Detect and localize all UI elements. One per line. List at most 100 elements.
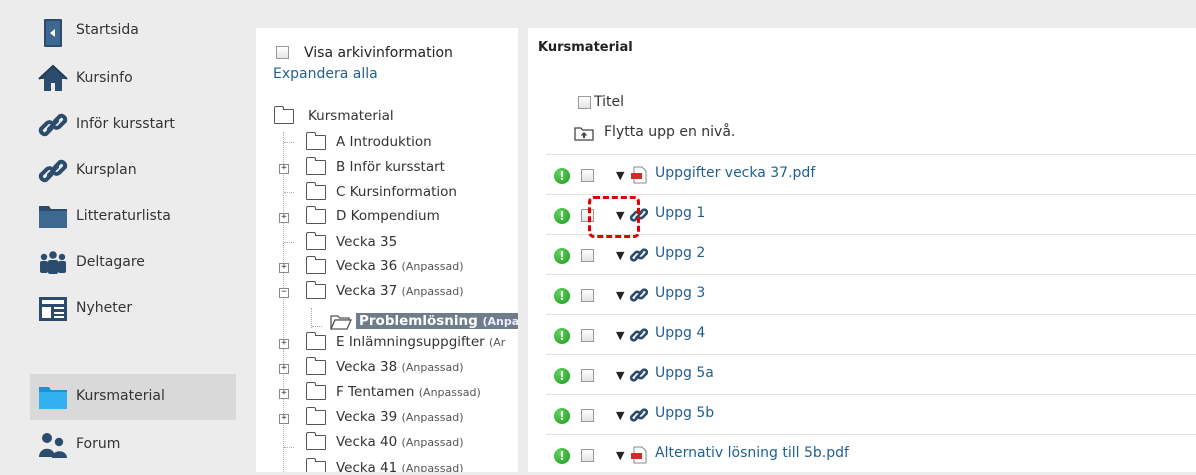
- list-item: ! ▼ Uppg 1: [546, 194, 1196, 235]
- select-all-checkbox[interactable]: [578, 96, 591, 109]
- tree-node-label: Kursmaterial: [308, 108, 394, 124]
- node-title: Vecka 40: [336, 434, 398, 450]
- nav-item-kursinfo[interactable]: Kursinfo: [30, 56, 236, 102]
- node-title: Vecka 39: [336, 409, 398, 425]
- nav-label: Litteraturlista: [76, 208, 171, 224]
- list-item: ! ▼ Uppg 2: [546, 234, 1196, 275]
- link-icon: [630, 288, 648, 302]
- expand-toggle[interactable]: +: [279, 263, 289, 273]
- people-icon: [40, 251, 66, 274]
- folder-icon: [305, 407, 326, 425]
- item-link[interactable]: Uppg 3: [655, 285, 705, 301]
- row-checkbox[interactable]: [581, 169, 594, 182]
- node-title: C Kursinformation: [336, 184, 457, 200]
- nav-label: Inför kursstart: [76, 116, 175, 132]
- item-link[interactable]: Uppg 2: [655, 245, 705, 261]
- dropdown-arrow-icon[interactable]: ▼: [616, 369, 624, 382]
- tree-node-label: B Inför kursstart: [336, 159, 445, 175]
- nav-item-forum[interactable]: Forum: [30, 422, 236, 468]
- column-header-title[interactable]: Titel: [594, 94, 624, 110]
- nav-item-nyheter[interactable]: Nyheter: [30, 286, 236, 332]
- row-checkbox[interactable]: [581, 249, 594, 262]
- row-checkbox[interactable]: [581, 449, 594, 462]
- expand-all-link[interactable]: Expandera alla: [273, 66, 378, 82]
- expand-toggle[interactable]: +: [279, 389, 289, 399]
- nav-label: Forum: [76, 436, 121, 452]
- link-icon: [630, 368, 648, 382]
- nav-item-kursmaterial[interactable]: Kursmaterial: [30, 374, 236, 420]
- tree-node-label: Problemlösning (Anpa: [356, 313, 518, 329]
- tree-node-label: Vecka 35: [336, 234, 397, 250]
- row-checkbox[interactable]: [581, 409, 594, 422]
- node-title: Vecka 38: [336, 359, 398, 375]
- alert-icon[interactable]: !: [554, 208, 570, 224]
- row-checkbox[interactable]: [581, 369, 594, 382]
- dropdown-arrow-icon[interactable]: ▼: [616, 449, 624, 462]
- pdf-icon: [631, 446, 647, 464]
- row-checkbox[interactable]: [581, 329, 594, 342]
- expand-toggle[interactable]: +: [279, 364, 289, 374]
- door-icon: [44, 19, 62, 47]
- folder-icon: [305, 458, 326, 472]
- node-title: Vecka 36: [336, 258, 398, 274]
- alert-icon[interactable]: !: [554, 248, 570, 264]
- collapse-toggle[interactable]: −: [279, 288, 289, 298]
- item-link[interactable]: Uppg 5b: [655, 405, 714, 421]
- alert-icon[interactable]: !: [554, 288, 570, 304]
- expand-toggle[interactable]: +: [279, 414, 289, 424]
- node-title: Vecka 35: [336, 234, 398, 250]
- tree-node-label: E Inlämningsuppgifter (Ar: [336, 334, 505, 350]
- tree-node-label: D Kompendium: [336, 208, 440, 224]
- expand-toggle[interactable]: +: [279, 213, 289, 223]
- expand-toggle[interactable]: +: [279, 164, 289, 174]
- list-item: ! ▼ Uppg 5a: [546, 354, 1196, 395]
- folder-icon: [305, 232, 326, 250]
- node-title: A Introduktion: [336, 134, 432, 150]
- node-status: (Anpassad): [401, 436, 464, 449]
- nav-item-litteraturlista[interactable]: Litteraturlista: [30, 194, 236, 240]
- folder-up-icon: [574, 127, 594, 141]
- archive-info-checkbox[interactable]: [276, 46, 289, 59]
- folder-icon: [273, 106, 294, 124]
- item-link[interactable]: Uppg 1: [655, 205, 705, 221]
- dropdown-arrow-icon[interactable]: ▼: [616, 409, 624, 422]
- dropdown-arrow-icon[interactable]: ▼: [616, 249, 624, 262]
- folder-tree-panel: Visa arkivinformation Expandera alla Kur…: [256, 28, 518, 472]
- item-link[interactable]: Uppg 5a: [655, 365, 714, 381]
- item-link[interactable]: Uppgifter vecka 37.pdf: [655, 165, 815, 181]
- node-title: F Tentamen: [336, 384, 415, 400]
- alert-icon[interactable]: !: [554, 368, 570, 384]
- node-title: B Inför kursstart: [336, 159, 445, 175]
- folder-icon: [39, 206, 67, 228]
- node-status: (Anpassad): [401, 260, 464, 273]
- folder-icon: [305, 157, 326, 175]
- item-link[interactable]: Uppg 4: [655, 325, 705, 341]
- dropdown-arrow-icon[interactable]: ▼: [616, 329, 624, 342]
- tree-connector: [284, 142, 294, 143]
- item-link[interactable]: Alternativ lösning till 5b.pdf: [655, 445, 849, 461]
- dropdown-arrow-icon[interactable]: ▼: [616, 289, 624, 302]
- nav-item-deltagare[interactable]: Deltagare: [30, 240, 236, 286]
- row-checkbox[interactable]: [581, 209, 594, 222]
- folder-icon: [305, 432, 326, 450]
- house-icon: [38, 64, 68, 91]
- tree-connector: [311, 308, 312, 328]
- alert-icon[interactable]: !: [554, 168, 570, 184]
- expand-toggle[interactable]: +: [279, 339, 289, 349]
- dropdown-arrow-icon[interactable]: ▼: [616, 209, 624, 222]
- link-icon: [38, 113, 68, 137]
- nav-item-infor-kursstart[interactable]: Inför kursstart: [30, 102, 236, 148]
- nav-item-kursplan[interactable]: Kursplan: [30, 148, 236, 194]
- tree-node-label: A Introduktion: [336, 134, 432, 150]
- alert-icon[interactable]: !: [554, 448, 570, 464]
- nav-label: Nyheter: [76, 300, 133, 316]
- alert-icon[interactable]: !: [554, 408, 570, 424]
- forum-icon: [39, 433, 67, 458]
- nav-label: Kursmaterial: [76, 388, 165, 404]
- nav-label: Kursplan: [76, 162, 137, 178]
- folder-icon: [305, 182, 326, 200]
- nav-item-startsida[interactable]: Startsida: [30, 12, 236, 58]
- dropdown-arrow-icon[interactable]: ▼: [616, 169, 624, 182]
- row-checkbox[interactable]: [581, 289, 594, 302]
- alert-icon[interactable]: !: [554, 328, 570, 344]
